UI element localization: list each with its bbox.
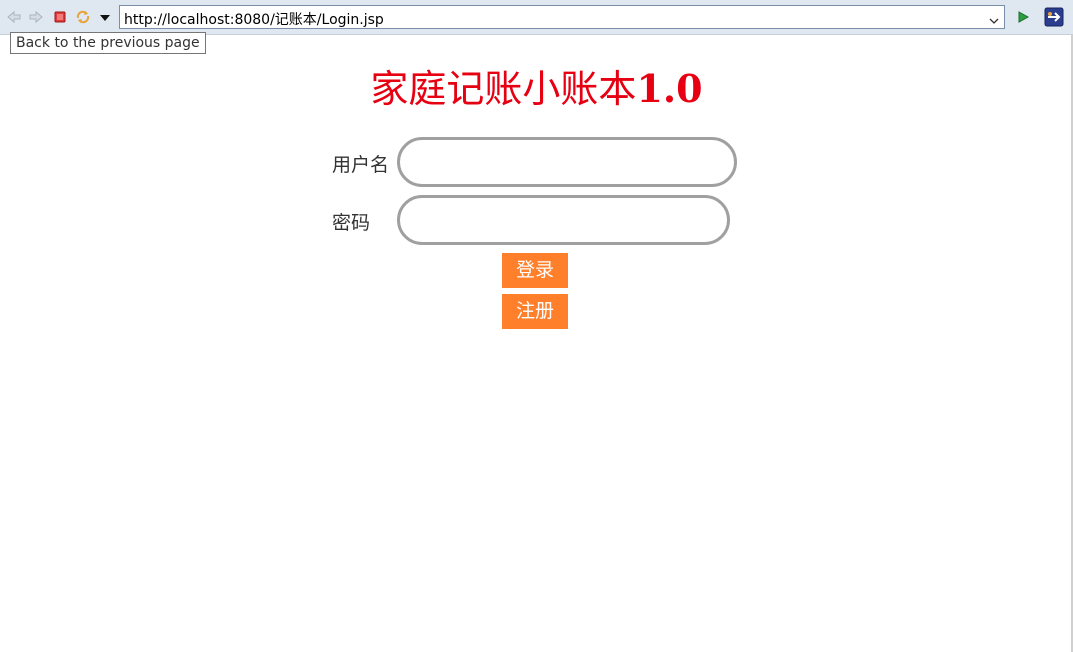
chevron-down-icon[interactable] bbox=[988, 12, 1000, 24]
username-label: 用户名 bbox=[332, 154, 390, 176]
url-input[interactable]: http://localhost:8080/记账本/Login.jsp bbox=[119, 5, 1005, 29]
back-arrow-icon[interactable] bbox=[6, 9, 22, 25]
login-button[interactable]: 登录 bbox=[502, 253, 568, 288]
username-input[interactable] bbox=[397, 137, 737, 187]
password-label: 密码 bbox=[332, 212, 371, 234]
refresh-icon[interactable] bbox=[75, 9, 91, 25]
password-input[interactable] bbox=[397, 195, 730, 245]
page-title: 家庭记账小账本1.0 bbox=[0, 58, 1073, 113]
forward-arrow-icon[interactable] bbox=[28, 9, 44, 25]
title-version: 1.0 bbox=[636, 66, 703, 111]
back-tooltip: Back to the previous page bbox=[10, 32, 206, 54]
title-main: 家庭记账小账本 bbox=[370, 67, 637, 111]
register-button[interactable]: 注册 bbox=[502, 294, 568, 329]
history-dropdown-icon[interactable] bbox=[97, 9, 113, 25]
url-text: http://localhost:8080/记账本/Login.jsp bbox=[124, 12, 384, 28]
eclipse-browser-icon[interactable] bbox=[1044, 7, 1064, 27]
stop-icon[interactable] bbox=[52, 9, 68, 25]
browser-toolbar: http://localhost:8080/记账本/Login.jsp bbox=[0, 0, 1073, 35]
go-icon[interactable] bbox=[1015, 9, 1031, 25]
